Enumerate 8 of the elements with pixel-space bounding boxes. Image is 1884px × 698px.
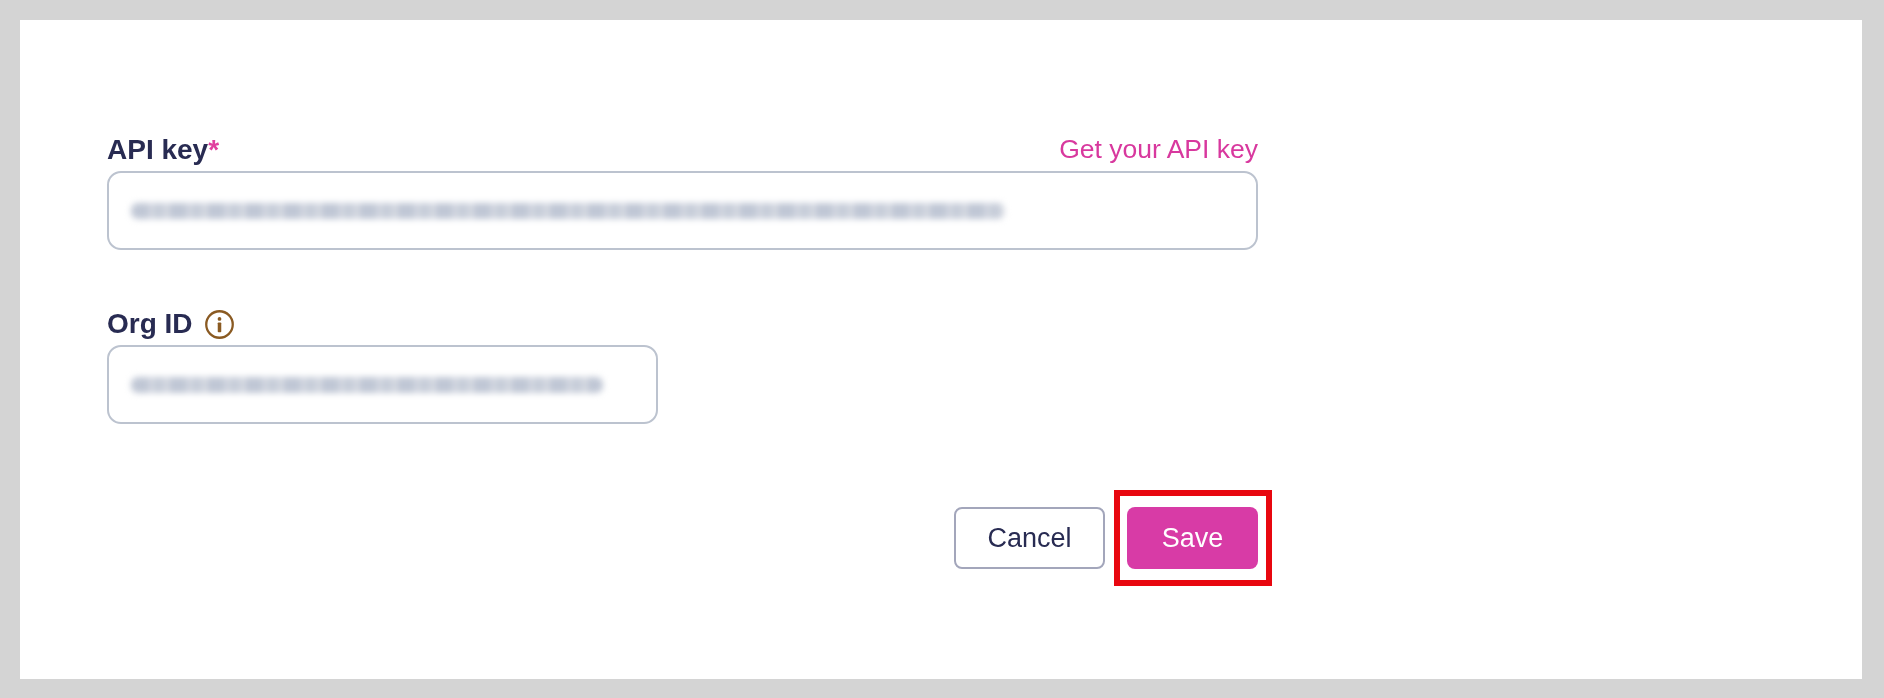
input-field[interactable] [107,345,658,424]
cancel-button[interactable]: Cancel [954,507,1105,569]
info-icon[interactable] [204,309,234,339]
save-button[interactable]: Save [1127,507,1258,569]
field-label: API key* [107,133,220,167]
get-api-key-link[interactable]: Get your API key [1059,134,1258,166]
input-field[interactable] [107,171,1258,250]
field-label: Org ID [107,307,193,341]
